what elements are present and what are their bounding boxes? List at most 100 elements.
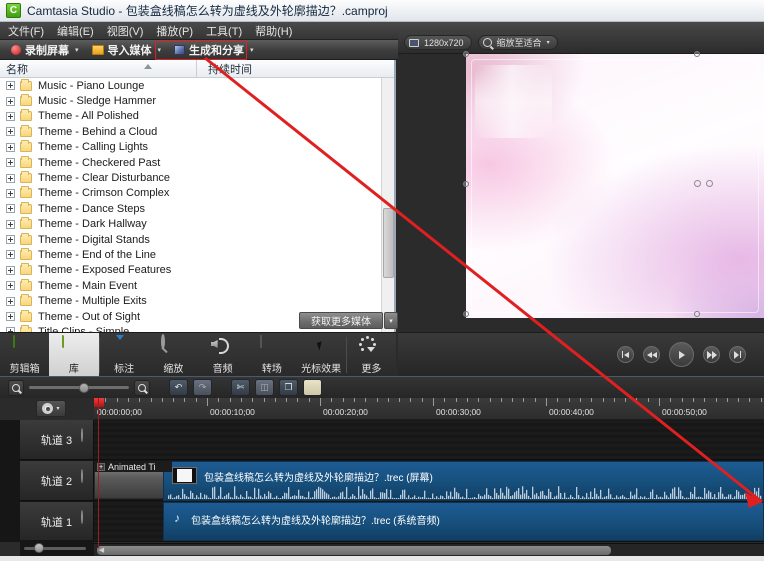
- expand-icon[interactable]: [6, 188, 15, 198]
- chevron-down-icon[interactable]: ▾: [250, 46, 254, 54]
- audio-clip[interactable]: ♪ 包装盒线稿怎么转为虚线及外轮廓描边？.trec (系统音频): [163, 502, 764, 541]
- tab-transitions[interactable]: 转场: [247, 333, 296, 377]
- tab-cursor-effects[interactable]: 光标效果: [297, 333, 346, 377]
- track-header-1[interactable]: 轨道 1: [20, 502, 94, 542]
- resize-handle-top-center[interactable]: [694, 51, 700, 57]
- step-back-button[interactable]: [643, 346, 660, 363]
- redo-button[interactable]: ↷: [193, 379, 212, 396]
- column-header-duration[interactable]: 持续时间: [208, 61, 252, 77]
- tab-more[interactable]: 更多: [347, 333, 396, 377]
- library-list-item[interactable]: Theme - Crimson Complex: [0, 186, 394, 201]
- expand-icon[interactable]: [6, 111, 15, 121]
- library-list-item[interactable]: Music - Piano Lounge: [0, 78, 394, 93]
- expand-icon[interactable]: [6, 96, 15, 106]
- timeline-zoom-track[interactable]: [29, 382, 129, 393]
- menu-item-tools[interactable]: 工具(T): [206, 23, 242, 39]
- timeline-volume-slider-group[interactable]: [20, 540, 94, 556]
- expand-icon[interactable]: [6, 127, 15, 137]
- resize-handle-bottom-left[interactable]: [463, 311, 469, 317]
- chevron-down-icon[interactable]: ▾: [75, 46, 79, 54]
- preview-canvas[interactable]: [463, 51, 764, 318]
- tab-zoom-pan[interactable]: 缩放: [149, 333, 198, 377]
- column-header-name[interactable]: 名称: [0, 61, 28, 77]
- track-controls[interactable]: [81, 428, 89, 442]
- library-list-item[interactable]: Theme - Multiple Exits: [0, 293, 394, 308]
- track-lane[interactable]: [94, 420, 764, 460]
- timeline-volume-thumb[interactable]: [34, 543, 44, 553]
- visibility-icon[interactable]: [81, 428, 83, 442]
- animated-title-clip-header[interactable]: + Animated Ti: [94, 461, 172, 472]
- step-forward-button[interactable]: [703, 346, 720, 363]
- expand-icon[interactable]: [6, 219, 15, 229]
- expand-icon[interactable]: [6, 235, 15, 245]
- expand-icon[interactable]: [6, 204, 15, 214]
- expand-icon[interactable]: [6, 142, 15, 152]
- produce-and-share-button[interactable]: 生成和分享 ▾: [169, 41, 259, 58]
- timeline-options-button[interactable]: ▾: [36, 400, 66, 417]
- tab-library[interactable]: 库: [49, 333, 99, 377]
- resize-handle-top-left[interactable]: [463, 51, 469, 57]
- visibility-icon[interactable]: [81, 469, 83, 483]
- track-header-2[interactable]: 轨道 2: [20, 461, 94, 501]
- chevron-down-icon[interactable]: ▾: [158, 46, 162, 54]
- track-controls[interactable]: [81, 510, 89, 524]
- library-scrollbar[interactable]: [381, 78, 394, 332]
- tab-audio[interactable]: 音频: [198, 333, 247, 377]
- expand-icon[interactable]: [6, 173, 15, 183]
- library-list-item[interactable]: Theme - Calling Lights: [0, 140, 394, 155]
- timeline-volume-track[interactable]: [24, 543, 86, 553]
- library-list-item[interactable]: Theme - Behind a Cloud: [0, 124, 394, 139]
- playhead-marker[interactable]: [94, 398, 104, 407]
- resize-handle-bottom-center[interactable]: [694, 311, 700, 317]
- chevron-down-icon[interactable]: ▾: [56, 405, 59, 412]
- cut-button[interactable]: ✄: [231, 379, 250, 396]
- library-list-item[interactable]: Theme - Clear Disturbance: [0, 170, 394, 185]
- library-list-item[interactable]: Theme - Checkered Past: [0, 155, 394, 170]
- expand-icon[interactable]: [6, 81, 15, 91]
- tab-callout[interactable]: 标注: [100, 333, 149, 377]
- skip-to-end-button[interactable]: [729, 346, 746, 363]
- library-list-item[interactable]: Theme - Dark Hallway: [0, 217, 394, 232]
- visibility-icon[interactable]: [81, 510, 83, 524]
- menu-item-file[interactable]: 文件(F): [8, 23, 44, 39]
- library-list-item[interactable]: Theme - All Polished: [0, 109, 394, 124]
- library-list-item[interactable]: Theme - Dance Steps: [0, 201, 394, 216]
- library-scrollbar-thumb[interactable]: [383, 208, 394, 278]
- chevron-down-icon[interactable]: ▾: [547, 39, 550, 46]
- library-list-item[interactable]: Theme - Digital Stands: [0, 232, 394, 247]
- import-media-button[interactable]: 导入媒体 ▾: [87, 41, 167, 58]
- get-more-media-button[interactable]: 获取更多媒体: [299, 312, 383, 329]
- expand-icon[interactable]: [6, 296, 15, 306]
- expand-icon[interactable]: [6, 250, 15, 260]
- timeline-zoom-thumb[interactable]: [79, 382, 89, 393]
- play-button[interactable]: [669, 342, 694, 367]
- expand-icon[interactable]: [6, 158, 15, 168]
- zoom-in-button[interactable]: [134, 379, 150, 396]
- menu-item-view[interactable]: 视图(V): [107, 23, 144, 39]
- library-list-item[interactable]: Theme - Main Event: [0, 278, 394, 293]
- menu-item-play[interactable]: 播放(P): [156, 23, 193, 39]
- expand-icon[interactable]: [6, 265, 15, 275]
- timeline-horizontal-scrollbar[interactable]: [94, 543, 764, 556]
- resize-handle-middle-left[interactable]: [463, 181, 469, 187]
- timeline-zoom-slider-group[interactable]: [8, 379, 150, 396]
- skip-to-start-button[interactable]: [617, 346, 634, 363]
- menu-item-help[interactable]: 帮助(H): [255, 23, 292, 39]
- zoom-mode-button[interactable]: 缩放至适合 ▾: [477, 35, 558, 50]
- library-list-item[interactable]: Theme - Exposed Features: [0, 263, 394, 278]
- split-button[interactable]: ◫: [255, 379, 274, 396]
- timeline-scrollbar-thumb[interactable]: [97, 546, 611, 555]
- get-more-media-caret-icon[interactable]: ▾: [384, 312, 398, 329]
- library-list-item[interactable]: Music - Sledge Hammer: [0, 93, 394, 108]
- canvas-dimensions-button[interactable]: 1280x720: [404, 35, 472, 50]
- paste-button[interactable]: [303, 379, 322, 396]
- undo-button[interactable]: ↶: [169, 379, 188, 396]
- video-clip[interactable]: 包装盒线稿怎么转为虚线及外轮廓描边？.trec (屏幕): [163, 461, 764, 501]
- timeline-ruler[interactable]: 00:00:00;00 00:00:10;00 00:00:20;00 00:00:3…: [94, 398, 764, 420]
- menu-item-edit[interactable]: 编辑(E): [57, 23, 94, 39]
- record-screen-button[interactable]: 录制屏幕 ▾: [6, 41, 84, 58]
- track-controls[interactable]: [81, 469, 89, 483]
- tab-clip-bin[interactable]: 剪辑箱: [0, 333, 49, 377]
- library-item-list[interactable]: Music - Piano Lounge Music - Sledge Hamme…: [0, 78, 394, 332]
- library-list-item[interactable]: Theme - End of the Line: [0, 247, 394, 262]
